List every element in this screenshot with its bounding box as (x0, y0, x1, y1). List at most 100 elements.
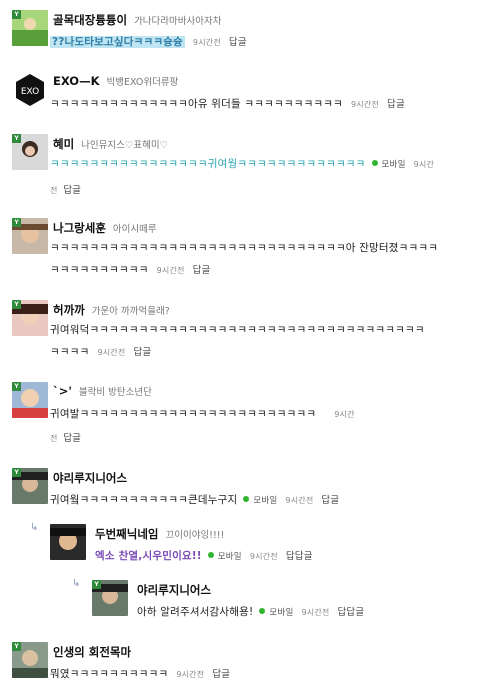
reply-button[interactable]: 답답글 (286, 551, 313, 562)
comment-body: ??나도타보고싶다ㅋㅋㅋ슝슝 9시간전 답글 (50, 34, 247, 49)
author-nickname[interactable]: 야리루지니어스 (137, 582, 211, 598)
comment-time-tail: 전 (50, 434, 58, 443)
level-badge-icon: Y (12, 642, 21, 651)
level-badge-icon: Y (12, 10, 21, 19)
svg-text:EXO: EXO (21, 87, 39, 97)
comment-body: 뭐였ㅋㅋㅋㅋㅋㅋㅋㅋㅋㅋ 9시간전 답글 (50, 666, 230, 681)
mobile-label: 모바일 (217, 552, 242, 562)
avatar[interactable]: Y (92, 580, 128, 616)
reply-button[interactable]: 답답글 (337, 607, 364, 618)
comment-time: 9시간전 (176, 670, 205, 679)
reply-button[interactable]: 답글 (133, 347, 151, 358)
mobile-label: 모바일 (269, 608, 294, 618)
avatar[interactable]: EXO (12, 72, 48, 108)
nickname[interactable]: EXO—K (53, 74, 100, 88)
author-subtitle: 블락비 방탄소년단 (78, 387, 152, 398)
mobile-label: 모바일 (381, 160, 406, 170)
nickname[interactable]: 인생의 회전목마 (53, 645, 131, 659)
author-nickname[interactable]: 두번째닉네임 끄이이야잉!!!! (95, 526, 224, 542)
nickname[interactable]: `>' (53, 384, 72, 398)
avatar[interactable]: Y (12, 382, 48, 418)
comment-text: 귀여발ㅋㅋㅋㅋㅋㅋㅋㅋㅋㅋㅋㅋㅋㅋㅋㅋㅋㅋㅋㅋㅋㅋㅋㅋ (50, 408, 317, 420)
comment-time-continued: 전 답글 (50, 182, 81, 196)
comment-text: 엑소 찬열,시우민이요!! (95, 550, 202, 562)
author-subtitle: 가운아 까까먹을래? (91, 306, 170, 317)
comment-body-line2: ㅋㅋㅋㅋ 9시간전 답글 (50, 344, 151, 359)
reply-arrow-icon: ↳ (30, 522, 39, 533)
comment-body: 귀여발ㅋㅋㅋㅋㅋㅋㅋㅋㅋㅋㅋㅋㅋㅋㅋㅋㅋㅋㅋㅋㅋㅋㅋㅋ 9시간 (50, 406, 355, 421)
mobile-indicator: 모바일 (259, 608, 293, 618)
comment-time: 9시간전 (285, 496, 314, 505)
level-badge-icon: Y (12, 218, 21, 227)
comment-body: ㅋㅋㅋㅋㅋㅋㅋㅋㅋㅋㅋㅋㅋㅋㅋㅋㅋㅋㅋㅋㅋㅋㅋㅋㅋㅋㅋㅋㅋㅋ아 잔망터졌ㅋㅋㅋㅋ (50, 240, 438, 255)
mobile-indicator: 모바일 (243, 496, 277, 506)
nickname[interactable]: 허까까 (53, 303, 85, 317)
author-nickname[interactable]: EXO—K 빅뱅EXO위더류팡 (53, 74, 178, 88)
comment-text: ㅋㅋㅋㅋㅋㅋㅋㅋㅋㅋㅋㅋㅋㅋ아유 위더들 ㅋㅋㅋㅋㅋㅋㅋㅋㅋㅋ (50, 98, 344, 110)
reply-button[interactable]: 답글 (193, 265, 211, 276)
mobile-dot-icon (207, 552, 214, 558)
avatar[interactable]: Y (12, 468, 48, 504)
mobile-dot-icon (371, 160, 378, 166)
author-subtitle: 나인뮤지스♡표혜미♡ (81, 140, 169, 151)
author-nickname[interactable]: 허까까 가운아 까까먹을래? (53, 302, 170, 318)
mobile-dot-icon (243, 496, 250, 502)
comment-text: ㅋㅋㅋㅋㅋㅋㅋㅋㅋㅋ (50, 264, 149, 276)
reply-button[interactable]: 답글 (387, 99, 405, 110)
comment-time: 9시간전 (301, 608, 330, 617)
comment-body: 아하 알려주셔서감사해용! 모바일 9시간전 답답글 (137, 604, 364, 619)
reply-arrow-icon: ↳ (72, 578, 81, 589)
avatar[interactable]: Y (12, 134, 48, 170)
comment-time: 9시간전 (249, 552, 278, 561)
nickname[interactable]: 야리루지니어스 (53, 471, 127, 485)
mobile-dot-icon (259, 608, 266, 614)
mobile-indicator: 모바일 (371, 160, 406, 170)
avatar[interactable]: Y (12, 300, 48, 336)
level-badge-icon: Y (12, 134, 21, 143)
comment-body: 귀여웤ㅋㅋㅋㅋㅋㅋㅋㅋㅋㅋㅋ큰데누구지 모바일 9시간전 답글 (50, 492, 339, 507)
avatar[interactable]: Y (12, 10, 48, 46)
exo-logo-avatar: EXO (12, 72, 48, 108)
comment-time-tail: 전 (50, 186, 58, 195)
avatar[interactable]: Y (12, 218, 48, 254)
avatar[interactable]: Y (12, 642, 48, 678)
reply-button[interactable]: 답글 (229, 37, 247, 48)
comment-body-line2: ㅋㅋㅋㅋㅋㅋㅋㅋㅋㅋ 9시간전 답글 (50, 262, 210, 277)
comment-text: ㅋㅋㅋㅋㅋㅋㅋㅋㅋㅋㅋㅋㅋㅋㅋㅋㅋㅋㅋㅋㅋㅋㅋㅋㅋㅋㅋㅋㅋㅋ아 잔망터졌ㅋㅋㅋㅋ (50, 242, 439, 254)
level-badge-icon: Y (12, 468, 21, 477)
nickname[interactable]: 두번째닉네임 (95, 527, 158, 541)
author-subtitle: 아이시떼루 (112, 224, 157, 235)
comment-time: 9시간전 (156, 266, 185, 275)
comment-time: 9시간전 (97, 348, 126, 357)
author-nickname[interactable]: 야리루지니어스 (53, 470, 127, 486)
author-subtitle: 가나다라마바사아자차 (134, 16, 222, 27)
level-badge-icon: Y (92, 580, 101, 589)
author-nickname[interactable]: 골목대장튱튱이 가나다라마바사아자차 (53, 12, 221, 28)
author-nickname[interactable]: 나그랑세훈 아이시떼루 (53, 220, 157, 236)
nickname[interactable]: 혜미 (53, 137, 74, 151)
nickname[interactable]: 야리루지니어스 (137, 583, 211, 597)
author-nickname[interactable]: 인생의 회전목마 (53, 644, 131, 660)
nickname[interactable]: 나그랑세훈 (53, 221, 106, 235)
avatar[interactable] (50, 524, 86, 560)
comment-body: ㅋㅋㅋㅋㅋㅋㅋㅋㅋㅋㅋㅋㅋㅋ아유 위더들 ㅋㅋㅋㅋㅋㅋㅋㅋㅋㅋ 9시간전 답글 (50, 96, 405, 111)
comment-time-continued: 전 답글 (50, 430, 81, 444)
reply-button[interactable]: 답글 (321, 495, 339, 506)
reply-button[interactable]: 답글 (63, 433, 80, 444)
reply-button[interactable]: 답글 (212, 669, 230, 680)
reply-button[interactable]: 답글 (63, 185, 80, 196)
level-badge-icon: Y (12, 382, 21, 391)
comment-text: 뭐였ㅋㅋㅋㅋㅋㅋㅋㅋㅋㅋ (50, 668, 169, 680)
author-nickname[interactable]: `>' 블락비 방탄소년단 (53, 384, 152, 398)
nickname[interactable]: 골목대장튱튱이 (53, 13, 127, 27)
comment-text: ㅋㅋㅋㅋ (50, 346, 90, 358)
comment-body: ㅋㅋㅋㅋㅋㅋㅋㅋㅋㅋㅋㅋㅋㅋㅋㅋ귀여웡ㅋㅋㅋㅋㅋㅋㅋㅋㅋㅋㅋㅋㅋ 모바일 9시간 (50, 156, 434, 171)
comment-body: 귀여워덕ㅋㅋㅋㅋㅋㅋㅋㅋㅋㅋㅋㅋㅋㅋㅋㅋㅋㅋㅋㅋㅋㅋㅋㅋㅋㅋㅋㅋㅋㅋㅋㅋㅋㅋ (50, 322, 425, 337)
comment-text: 아하 알려주셔서감사해용! (137, 606, 254, 618)
author-nickname[interactable]: 혜미 나인뮤지스♡표혜미♡ (53, 136, 168, 152)
author-subtitle: 빅뱅EXO위더류팡 (106, 77, 179, 88)
mobile-label: 모바일 (253, 496, 278, 506)
comment-text: 귀여워덕ㅋㅋㅋㅋㅋㅋㅋㅋㅋㅋㅋㅋㅋㅋㅋㅋㅋㅋㅋㅋㅋㅋㅋㅋㅋㅋㅋㅋㅋㅋㅋㅋㅋㅋ (50, 324, 425, 336)
comment-time: 9시간 (413, 160, 435, 169)
mobile-indicator: 모바일 (207, 552, 242, 562)
